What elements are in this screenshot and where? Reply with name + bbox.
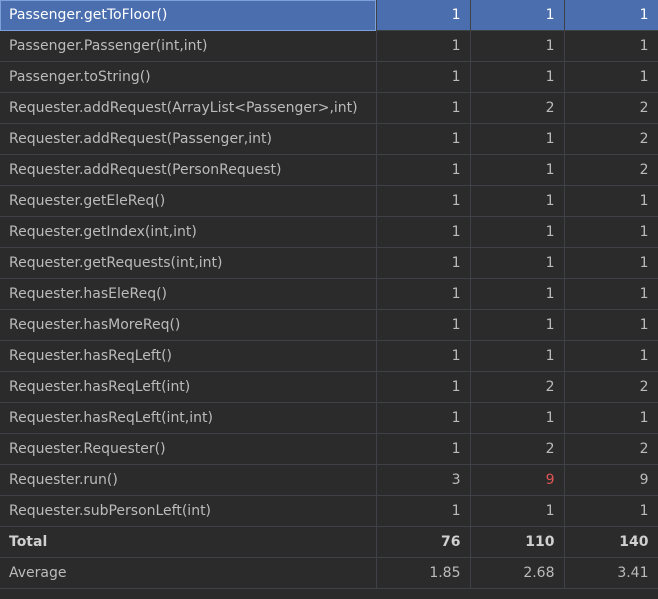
metrics-table: Passenger.getToFloor() 1 1 1 Passenger.P… (0, 0, 658, 589)
metric-b-cell[interactable]: 1 (470, 216, 565, 248)
metric-a-cell[interactable]: 1 (376, 154, 471, 186)
metric-c-cell[interactable]: 1 (564, 278, 658, 310)
metric-a-cell[interactable]: 1 (376, 0, 471, 31)
total-b-cell[interactable]: 110 (470, 526, 565, 558)
average-a-cell[interactable]: 1.85 (376, 557, 471, 589)
metric-a-cell[interactable]: 1 (376, 309, 471, 341)
table-row[interactable]: Requester.run() 3 9 9 (0, 464, 658, 496)
table-row[interactable]: Passenger.toString() 1 1 1 (0, 61, 658, 93)
average-row[interactable]: Average 1.85 2.68 3.41 (0, 557, 658, 589)
method-name-cell[interactable]: Passenger.Passenger(int,int) (0, 30, 377, 62)
method-name-cell[interactable]: Requester.addRequest(ArrayList<Passenger… (0, 92, 377, 124)
metric-a-cell[interactable]: 1 (376, 30, 471, 62)
metric-a-cell[interactable]: 1 (376, 495, 471, 527)
table-row[interactable]: Requester.hasReqLeft(int,int) 1 1 1 (0, 402, 658, 434)
metric-c-cell[interactable]: 1 (564, 309, 658, 341)
total-a-cell[interactable]: 76 (376, 526, 471, 558)
table-row[interactable]: Requester.hasReqLeft(int) 1 2 2 (0, 371, 658, 403)
table-row[interactable]: Requester.hasMoreReq() 1 1 1 (0, 309, 658, 341)
method-name-cell[interactable]: Requester.hasEleReq() (0, 278, 377, 310)
method-name-cell[interactable]: Requester.run() (0, 464, 377, 496)
metric-b-cell[interactable]: 1 (470, 0, 565, 31)
table-row[interactable]: Passenger.getToFloor() 1 1 1 (0, 0, 658, 31)
metric-c-cell[interactable]: 2 (564, 371, 658, 403)
method-name-cell[interactable]: Requester.getRequests(int,int) (0, 247, 377, 279)
metric-b-cell[interactable]: 1 (470, 61, 565, 93)
method-name-cell[interactable]: Requester.hasReqLeft() (0, 340, 377, 372)
metric-c-cell[interactable]: 1 (564, 247, 658, 279)
average-label[interactable]: Average (0, 557, 377, 589)
metric-c-cell[interactable]: 1 (564, 340, 658, 372)
metric-a-cell[interactable]: 1 (376, 278, 471, 310)
method-name-cell[interactable]: Requester.hasReqLeft(int) (0, 371, 377, 403)
table-row[interactable]: Requester.addRequest(Passenger,int) 1 1 … (0, 123, 658, 155)
metric-b-cell[interactable]: 1 (470, 278, 565, 310)
metric-b-cell[interactable]: 1 (470, 495, 565, 527)
metric-a-cell[interactable]: 1 (376, 340, 471, 372)
method-name-cell[interactable]: Requester.hasMoreReq() (0, 309, 377, 341)
table-row[interactable]: Requester.Requester() 1 2 2 (0, 433, 658, 465)
metric-a-cell[interactable]: 1 (376, 371, 471, 403)
metric-a-cell[interactable]: 1 (376, 185, 471, 217)
metric-b-cell[interactable]: 2 (470, 371, 565, 403)
method-name-cell[interactable]: Passenger.getToFloor() (0, 0, 377, 31)
metric-b-cell[interactable]: 1 (470, 185, 565, 217)
metric-b-cell[interactable]: 2 (470, 433, 565, 465)
table-row[interactable]: Requester.hasReqLeft() 1 1 1 (0, 340, 658, 372)
metric-b-cell[interactable]: 2 (470, 92, 565, 124)
method-name-cell[interactable]: Requester.hasReqLeft(int,int) (0, 402, 377, 434)
metric-b-cell[interactable]: 1 (470, 247, 565, 279)
metric-c-cell[interactable]: 1 (564, 495, 658, 527)
metric-b-cell[interactable]: 1 (470, 340, 565, 372)
table-row[interactable]: Requester.addRequest(ArrayList<Passenger… (0, 92, 658, 124)
method-name-cell[interactable]: Requester.getIndex(int,int) (0, 216, 377, 248)
table-row[interactable]: Requester.getRequests(int,int) 1 1 1 (0, 247, 658, 279)
method-name-cell[interactable]: Requester.getEleReq() (0, 185, 377, 217)
metric-a-cell[interactable]: 1 (376, 216, 471, 248)
table-row[interactable]: Requester.hasEleReq() 1 1 1 (0, 278, 658, 310)
metric-a-cell[interactable]: 1 (376, 123, 471, 155)
metric-c-cell[interactable]: 1 (564, 402, 658, 434)
method-name-cell[interactable]: Requester.addRequest(PersonRequest) (0, 154, 377, 186)
total-label[interactable]: Total (0, 526, 377, 558)
metric-c-cell[interactable]: 1 (564, 185, 658, 217)
metric-c-cell[interactable]: 2 (564, 123, 658, 155)
average-b-cell[interactable]: 2.68 (470, 557, 565, 589)
metric-c-cell[interactable]: 1 (564, 61, 658, 93)
table-row[interactable]: Requester.subPersonLeft(int) 1 1 1 (0, 495, 658, 527)
method-name-cell[interactable]: Requester.Requester() (0, 433, 377, 465)
method-name-cell[interactable]: Passenger.toString() (0, 61, 377, 93)
table-row[interactable]: Passenger.Passenger(int,int) 1 1 1 (0, 30, 658, 62)
metric-b-cell[interactable]: 1 (470, 309, 565, 341)
method-name-cell[interactable]: Requester.addRequest(Passenger,int) (0, 123, 377, 155)
metric-b-cell[interactable]: 1 (470, 402, 565, 434)
metric-c-cell[interactable]: 2 (564, 92, 658, 124)
metric-c-cell[interactable]: 1 (564, 216, 658, 248)
total-c-cell[interactable]: 140 (564, 526, 658, 558)
metric-c-cell[interactable]: 1 (564, 30, 658, 62)
metric-a-cell[interactable]: 1 (376, 402, 471, 434)
metric-c-cell[interactable]: 9 (564, 464, 658, 496)
metric-c-cell[interactable]: 1 (564, 0, 658, 31)
metric-c-cell[interactable]: 2 (564, 433, 658, 465)
metric-c-cell[interactable]: 2 (564, 154, 658, 186)
metric-a-cell[interactable]: 1 (376, 247, 471, 279)
total-row[interactable]: Total 76 110 140 (0, 526, 658, 558)
table-row[interactable]: Requester.getEleReq() 1 1 1 (0, 185, 658, 217)
metric-a-cell[interactable]: 1 (376, 61, 471, 93)
metric-b-cell[interactable]: 1 (470, 123, 565, 155)
table-row[interactable]: Requester.addRequest(PersonRequest) 1 1 … (0, 154, 658, 186)
method-name-cell[interactable]: Requester.subPersonLeft(int) (0, 495, 377, 527)
metric-b-cell-highlighted[interactable]: 9 (470, 464, 565, 496)
metric-a-cell[interactable]: 3 (376, 464, 471, 496)
metric-a-cell[interactable]: 1 (376, 92, 471, 124)
metric-a-cell[interactable]: 1 (376, 433, 471, 465)
metric-b-cell[interactable]: 1 (470, 154, 565, 186)
table-row[interactable]: Requester.getIndex(int,int) 1 1 1 (0, 216, 658, 248)
metric-b-cell[interactable]: 1 (470, 30, 565, 62)
average-c-cell[interactable]: 3.41 (564, 557, 658, 589)
